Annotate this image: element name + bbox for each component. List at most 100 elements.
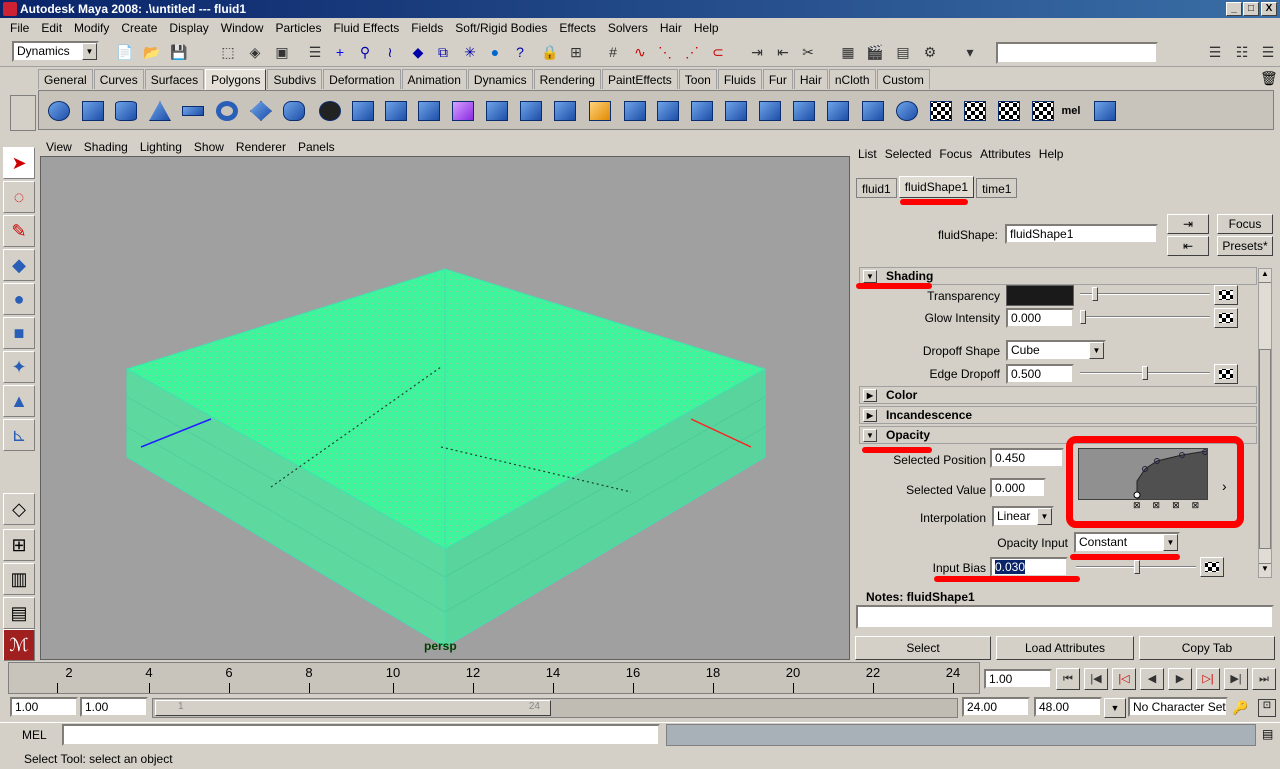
menu-solvers[interactable]: Solvers (602, 21, 654, 35)
toggle-tool-settings-icon[interactable]: ☷ (1232, 42, 1252, 62)
glow-field[interactable]: 0.000 (1006, 308, 1074, 328)
menu-effects[interactable]: Effects (553, 21, 601, 35)
select-hierarchy-icon[interactable]: ⬚ (218, 42, 238, 62)
menu-file[interactable]: File (4, 21, 35, 35)
shelf-tab-surfaces[interactable]: Surfaces (144, 69, 205, 89)
uv-texture-editor-icon[interactable] (961, 97, 989, 125)
select-object-icon[interactable]: ◈ (245, 42, 265, 62)
four-view-layout-icon[interactable]: ⊞ (3, 529, 35, 561)
tab-time1[interactable]: time1 (976, 178, 1018, 198)
persp-graph-layout-icon[interactable]: ▤ (3, 597, 35, 629)
maximize-button[interactable]: □ (1243, 2, 1259, 16)
append-polygon-icon[interactable] (551, 97, 579, 125)
input-bias-slider-knob[interactable] (1134, 560, 1140, 574)
shelf-tab-animation[interactable]: Animation (401, 69, 467, 89)
step-back-frame-icon[interactable]: |◁ (1112, 668, 1136, 690)
highlight-selection-icon[interactable]: ⊞ (566, 42, 586, 62)
edge-dropoff-map-icon[interactable] (1214, 364, 1238, 384)
input-bias-map-icon[interactable] (1200, 557, 1224, 577)
menu-fluid-effects[interactable]: Fluid Effects (327, 21, 405, 35)
notes-field[interactable] (856, 605, 1274, 629)
menu-display[interactable]: Display (163, 21, 214, 35)
lock-selection-icon[interactable]: 🔒 (540, 42, 560, 62)
focus-button[interactable]: Focus (1217, 214, 1273, 234)
select-deformations-icon[interactable]: ⧉ (433, 42, 453, 62)
scale-tool-icon[interactable]: ■ (3, 317, 35, 349)
scroll-thumb[interactable] (1259, 349, 1271, 549)
cylindrical-mapping-icon[interactable] (859, 97, 887, 125)
select-component-icon[interactable]: ▣ (272, 42, 292, 62)
save-scene-icon[interactable]: 💾 (169, 42, 189, 62)
snap-view-plane-icon[interactable]: ⋰ (682, 42, 702, 62)
ae-menu-selected[interactable]: Selected (881, 147, 936, 161)
glow-slider[interactable] (1080, 316, 1210, 318)
close-button[interactable]: X (1261, 2, 1277, 16)
transparency-swatch[interactable] (1006, 285, 1074, 306)
output-connection-icon[interactable]: ⇤ (1167, 236, 1209, 256)
shelf-tab-dynamics[interactable]: Dynamics (467, 69, 533, 89)
shelf-tab-toon[interactable]: Toon (678, 69, 717, 89)
open-scene-icon[interactable]: 📂 (142, 42, 162, 62)
merge-icon[interactable] (688, 97, 716, 125)
quick-select-input[interactable] (996, 42, 1158, 64)
command-language-label[interactable]: MEL (22, 728, 47, 742)
universal-manipulator-icon[interactable]: ✦ (3, 351, 35, 383)
selected-value-field[interactable]: 0.000 (990, 478, 1046, 498)
trash-icon[interactable]: 🗑 (1260, 70, 1278, 87)
presets-button[interactable]: Presets* (1217, 236, 1273, 256)
menu-modify[interactable]: Modify (68, 21, 115, 35)
menu-particles[interactable]: Particles (269, 21, 327, 35)
snap-point-icon[interactable]: ⋱ (655, 42, 675, 62)
vp-menu-panels[interactable]: Panels (292, 140, 341, 154)
single-perspective-layout-icon[interactable]: ◇ (3, 493, 35, 525)
menu-create[interactable]: Create (115, 21, 163, 35)
tab-fluidshape1[interactable]: fluidShape1 (898, 176, 975, 198)
play-backwards-icon[interactable]: ◀ (1140, 668, 1164, 690)
poly-pipe-icon[interactable] (280, 97, 308, 125)
select-button[interactable]: Select (855, 636, 991, 660)
mask-menu-icon[interactable]: ☰ (305, 42, 325, 62)
snap-curve-icon[interactable]: ∿ (630, 42, 650, 62)
select-misc-icon[interactable]: ? (510, 42, 530, 62)
dropoff-shape-select[interactable]: Cube ▼ (1006, 340, 1106, 361)
playback-start-field[interactable]: 1.00 (80, 697, 148, 717)
range-start-field[interactable]: 1.00 (10, 697, 78, 717)
construction-history-icon[interactable]: ✂ (798, 42, 818, 62)
collapse-icon[interactable] (756, 97, 784, 125)
extrude-icon[interactable] (483, 97, 511, 125)
load-attributes-button[interactable]: Load Attributes (996, 636, 1134, 660)
tab-fluid1[interactable]: fluid1 (856, 178, 897, 198)
select-rendering-icon[interactable]: ● (485, 42, 505, 62)
ae-menu-list[interactable]: List (854, 147, 881, 161)
range-slider[interactable]: 1 24 (152, 698, 958, 718)
vp-menu-view[interactable]: View (40, 140, 78, 154)
node-name-field[interactable]: fluidShape1 (1005, 224, 1158, 244)
shelf-tab-general[interactable]: General (38, 69, 93, 89)
show-manipulator-icon[interactable]: ⊾ (3, 419, 35, 451)
ipr-render-icon[interactable]: ▤ (893, 42, 913, 62)
poly-cube-icon[interactable] (79, 97, 107, 125)
menu-window[interactable]: Window (215, 21, 270, 35)
shelf-menu-icon[interactable] (10, 95, 36, 131)
edge-dropoff-field[interactable]: 0.500 (1006, 364, 1074, 384)
texture-checker-icon[interactable] (995, 97, 1023, 125)
transparency-slider-knob[interactable] (1092, 287, 1098, 301)
poly-torus-icon[interactable] (213, 97, 241, 125)
split-polygon-icon[interactable] (586, 97, 614, 125)
menu-help[interactable]: Help (688, 21, 725, 35)
input-ops-icon[interactable]: ⇥ (747, 42, 767, 62)
shelf-tab-polygons[interactable]: Polygons (205, 69, 267, 90)
paint-select-tool-icon[interactable]: ✎ (3, 215, 35, 247)
planar-mapping-icon[interactable] (824, 97, 852, 125)
attr-editor-scrollbar[interactable]: ▲ ▼ (1258, 268, 1272, 578)
output-ops-icon[interactable]: ⇤ (773, 42, 793, 62)
time-slider[interactable]: 2 4 6 8 10 12 14 16 18 20 22 24 (8, 662, 980, 694)
bridge-icon[interactable] (517, 97, 545, 125)
shelf-tab-fluids[interactable]: Fluids (717, 69, 762, 89)
menuset-selector[interactable]: Dynamics ▼ (12, 41, 99, 62)
step-back-key-icon[interactable]: |◀ (1084, 668, 1108, 690)
vp-menu-show[interactable]: Show (188, 140, 230, 154)
insert-edge-loop-icon[interactable] (621, 97, 649, 125)
script-editor-icon[interactable]: ▤ (1262, 727, 1273, 741)
bevel-icon[interactable] (790, 97, 818, 125)
